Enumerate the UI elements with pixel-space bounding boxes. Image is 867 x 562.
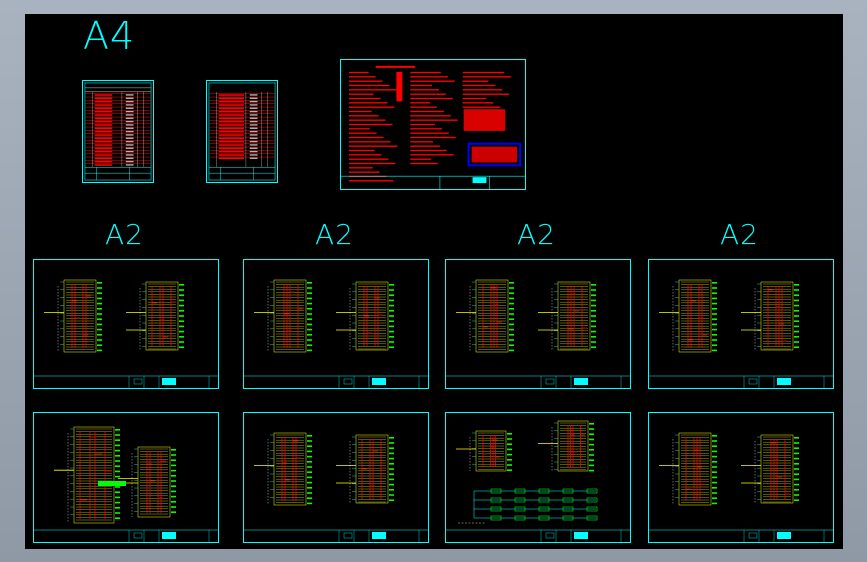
table-drawing [208,82,276,181]
model-space-viewport[interactable]: A4 A2 A2 A2 A2 [25,14,843,549]
a2-wiring-sheet[interactable] [648,412,834,543]
wiring-drawing [446,420,630,542]
sheet-size-label-a2: A2 [315,218,354,251]
wiring-drawing [244,432,428,542]
a2-wiring-sheet[interactable] [243,259,429,389]
table-drawing [84,82,152,181]
a2-wiring-sheet[interactable] [648,259,834,389]
a2-wiring-sheet[interactable] [445,259,631,389]
wiring-drawing [446,279,630,388]
a4-sheet-notes[interactable] [340,59,526,190]
a4-sheet-table-2[interactable] [206,80,278,183]
a2-wiring-sheet[interactable] [243,412,429,543]
wiring-drawing [34,426,218,542]
a2-wiring-sheet[interactable] [33,259,219,389]
a2-wiring-sheet[interactable] [33,412,219,543]
sheet-size-label-a2: A2 [517,218,556,251]
sheet-size-label-a2: A2 [105,218,144,251]
cad-window: { "canvas": { "background": "#000000", "… [0,0,867,562]
notes-drawing [341,65,525,189]
wiring-drawing [34,279,218,388]
wiring-drawing [649,432,833,542]
wiring-drawing [244,279,428,388]
wiring-drawing [649,279,833,388]
a4-sheet-table-1[interactable] [82,80,154,183]
a2-wiring-sheet[interactable] [445,412,631,543]
sheet-size-label-a4: A4 [83,14,136,58]
sheet-size-label-a2: A2 [720,218,759,251]
